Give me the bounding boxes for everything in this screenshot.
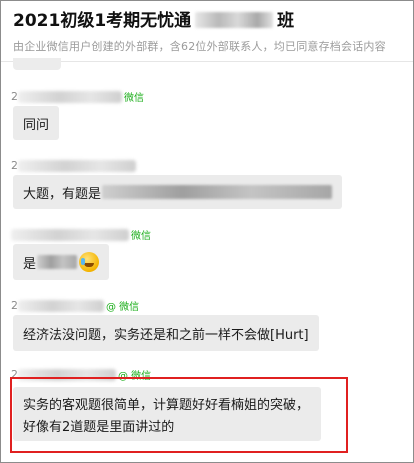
message-list[interactable]: 2 微信 同问 2 大题，有题是 微信 是 2 @ 微信 经济法没问题，实务还是和之… — [1, 58, 413, 462]
redacted-sender-name — [18, 159, 136, 172]
chat-window: 2021初级1考期无忧通 班 由企业微信用户创建的外部群，含62位外部联系人，均已… — [0, 0, 414, 463]
redacted-sender-name — [11, 228, 129, 241]
chat-subtitle: 由企业微信用户创建的外部群，含62位外部联系人，均已同意存档会话内容 — [13, 40, 386, 53]
message-text: 是 — [23, 256, 37, 272]
message-text: 经济法没问题，实务还是和之前一样不会做[Hurt] — [23, 327, 309, 343]
redacted-title-part — [195, 11, 274, 28]
sender-name-prefix: 2 — [11, 299, 18, 312]
previous-message-bubble — [13, 58, 61, 70]
crying-laughing-emoji-icon — [79, 252, 100, 272]
chat-title-prefix: 2021初级1考期无忧通 — [13, 11, 192, 31]
redacted-sender-name — [18, 90, 122, 103]
message-sender: 2 微信 — [11, 86, 144, 104]
chat-title-suffix: 班 — [277, 11, 295, 31]
message-text: 同问 — [23, 117, 50, 133]
message-sender: 微信 — [11, 224, 151, 242]
message-text: 大题，有题是 — [23, 186, 102, 202]
redacted-message-part — [37, 255, 78, 269]
message-bubble[interactable]: 经济法没问题，实务还是和之前一样不会做[Hurt] — [13, 315, 319, 351]
sender-name-prefix: 2 — [11, 159, 18, 172]
wechat-source-tag: 微信 — [124, 93, 144, 104]
message-bubble[interactable]: 实务的客观题很简单，计算题好好看楠姐的突破，好像有2道题是里面讲过的 — [13, 387, 321, 441]
wechat-source-tag: 微信 — [131, 231, 151, 242]
chat-header: 2021初级1考期无忧通 班 由企业微信用户创建的外部群，含62位外部联系人，均已… — [1, 1, 413, 62]
message-bubble[interactable]: 同问 — [13, 106, 60, 140]
chat-title[interactable]: 2021初级1考期无忧通 班 — [13, 6, 294, 31]
message-text: 实务的客观题很简单，计算题好好看楠姐的突破，好像有2道题是里面讲过的 — [23, 398, 310, 435]
redacted-message-part — [102, 185, 333, 199]
message-bubble[interactable]: 是 — [13, 244, 110, 280]
message-bubble[interactable]: 大题，有题是 — [13, 175, 343, 209]
redacted-sender-name — [18, 299, 104, 312]
message-sender: 2 @ 微信 — [11, 364, 151, 382]
sender-name-prefix: 2 — [11, 90, 18, 103]
message-sender: 2 — [11, 155, 136, 172]
message-sender: 2 @ 微信 — [11, 295, 139, 313]
wechat-source-tag: @ 微信 — [106, 302, 140, 313]
